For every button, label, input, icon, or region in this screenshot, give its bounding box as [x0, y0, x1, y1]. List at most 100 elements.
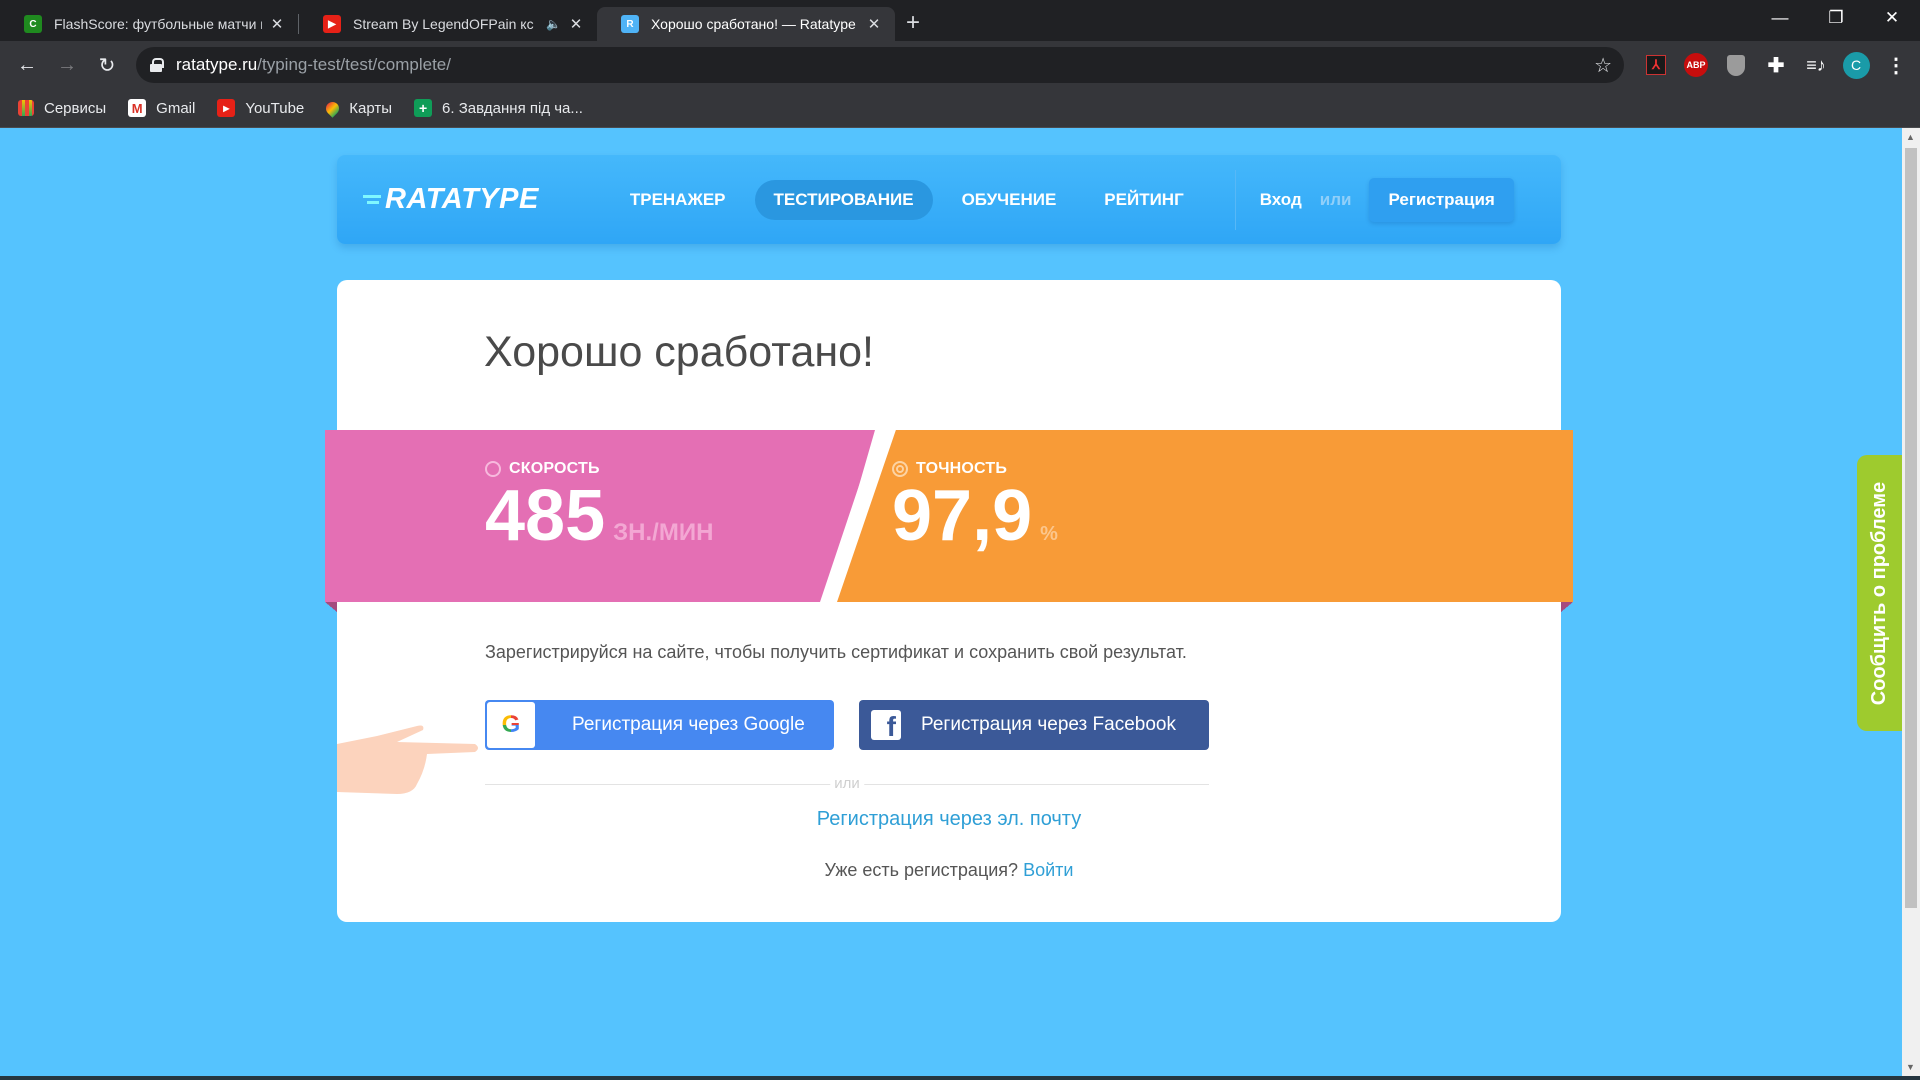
tab-title: FlashScore: футбольные матчи и [54, 16, 262, 32]
signin-link[interactable]: Войти [1023, 860, 1073, 880]
scroll-up-icon[interactable]: ▲ [1906, 132, 1915, 142]
nav-rating[interactable]: РЕЙТИНГ [1085, 180, 1202, 220]
report-problem-tab[interactable]: Сообщить о проблеме [1857, 455, 1902, 731]
bookmark-label: Gmail [156, 99, 196, 117]
forward-icon[interactable]: → [47, 45, 87, 85]
ratatype-logo[interactable]: RATATYPE [363, 183, 539, 216]
facebook-logo-icon: f [871, 710, 901, 740]
adobe-acrobat-icon[interactable]: ⅄ [1636, 45, 1676, 85]
window-controls: — ❐ ✕ [1752, 0, 1920, 36]
lock-icon[interactable] [150, 58, 164, 72]
new-tab-button[interactable]: + [895, 9, 931, 37]
auth-area: Вход или Регистрация [1260, 177, 1514, 222]
close-tab-icon[interactable]: ✕ [567, 15, 585, 33]
close-tab-icon[interactable]: ✕ [865, 15, 883, 33]
page-title: Хорошо сработано! [484, 328, 874, 376]
divider-text: или [830, 776, 864, 791]
target-icon [892, 461, 908, 477]
speed-stat: СКОРОСТЬ 485 ЗН./МИН [485, 460, 713, 569]
accuracy-stat: ТОЧНОСТЬ 97,9% [892, 460, 1058, 570]
nav-trainer[interactable]: ТРЕНАЖЕР [611, 180, 745, 220]
bookmarks-bar: Сервисы M Gmail ▶ YouTube Карты + 6. Зав… [0, 89, 1920, 128]
email-signup-link[interactable]: Регистрация через эл. почту [337, 808, 1561, 831]
accuracy-value: 97,9 [892, 476, 1033, 556]
facebook-button-label: Регистрация через Facebook [921, 714, 1176, 735]
bookmark-label: Сервисы [44, 99, 107, 117]
accuracy-unit: % [1040, 523, 1058, 545]
main-nav: ТРЕНАЖЕР ТЕСТИРОВАНИЕ ОБУЧЕНИЕ РЕЙТИНГ [611, 179, 1213, 220]
logo-text: RATATYPE [385, 183, 539, 215]
tab-title: Хорошо сработано! — Ratatype [651, 16, 856, 32]
maps-pin-icon [323, 98, 342, 118]
facebook-signup-button[interactable]: f Регистрация через Facebook [859, 700, 1209, 750]
register-promo-text: Зарегистрируйся на сайте, чтобы получить… [485, 642, 1187, 662]
google-button-label: Регистрация через Google [572, 714, 805, 735]
ribbon-fold-right [1561, 602, 1573, 612]
or-text: или [1319, 189, 1352, 209]
youtube-icon: ▶ [217, 99, 236, 117]
back-icon[interactable]: ← [7, 45, 47, 85]
site-header: RATATYPE ТРЕНАЖЕР ТЕСТИРОВАНИЕ ОБУЧЕНИЕ … [337, 155, 1561, 244]
ribbon-fold-left [325, 602, 337, 612]
shield-icon[interactable] [1716, 45, 1756, 85]
media-queue-icon[interactable]: ≡♪ [1796, 45, 1836, 85]
address-bar[interactable]: ratatype.ru/typing-test/test/complete/ ☆ [136, 47, 1624, 83]
register-button[interactable]: Регистрация [1369, 177, 1514, 222]
gmail-icon: M [128, 99, 147, 117]
google-logo-icon: G [487, 702, 535, 748]
speed-value: 485 [485, 476, 606, 556]
bookmark-star-icon[interactable]: ☆ [1594, 53, 1612, 78]
close-window-icon[interactable]: ✕ [1864, 0, 1920, 36]
browser-tab-stream[interactable]: ▶ Stream By LegendOFPain кс 🔈 ✕ [299, 7, 597, 41]
bookmark-youtube[interactable]: ▶ YouTube [217, 99, 304, 117]
existing-account-text: Уже есть регистрация? [824, 860, 1019, 880]
bookmark-label: YouTube [245, 99, 305, 117]
tab-title: Stream By LegendOFPain кс [353, 16, 534, 32]
nav-learning[interactable]: ОБУЧЕНИЕ [943, 180, 1076, 220]
bookmark-label: Карты [349, 99, 393, 117]
extensions-area: ⅄ ABP ✚ ≡♪ C ⋮ [1636, 41, 1916, 89]
puzzle-extensions-icon[interactable]: ✚ [1756, 45, 1796, 85]
url-text: ratatype.ru/typing-test/test/complete/ [176, 55, 451, 75]
url-host: ratatype.ru [176, 55, 258, 74]
speed-unit: ЗН./МИН [613, 519, 714, 546]
flashscore-favicon: C [24, 15, 42, 33]
apps-grid-icon [18, 100, 34, 116]
browser-tab-ratatype[interactable]: R Хорошо сработано! — Ratatype ✕ [597, 7, 895, 41]
ratatype-favicon: R [621, 15, 639, 33]
bookmark-maps[interactable]: Карты [323, 98, 393, 118]
os-taskbar-edge [0, 1076, 1920, 1080]
browser-toolbar: ← → ↻ ratatype.ru/typing-test/test/compl… [0, 41, 1920, 89]
reload-icon[interactable]: ↻ [87, 45, 127, 85]
result-band: СКОРОСТЬ 485 ЗН./МИН ТОЧНОСТЬ 97,9% [325, 430, 1573, 612]
pointing-hand-icon [337, 725, 478, 794]
audio-playing-icon[interactable]: 🔈 [546, 17, 561, 31]
bookmark-apps[interactable]: Сервисы [18, 100, 106, 117]
speedometer-icon [485, 461, 501, 477]
result-card: Хорошо сработано! СКОРОСТЬ 485 ЗН./МИН ТО… [325, 280, 1573, 922]
close-tab-icon[interactable]: ✕ [268, 15, 286, 33]
url-path: /typing-test/test/complete/ [257, 55, 451, 74]
nav-testing[interactable]: ТЕСТИРОВАНИЕ [754, 179, 933, 220]
bookmark-sheets[interactable]: + 6. Завдання під ча... [414, 99, 583, 117]
bookmark-gmail[interactable]: M Gmail [128, 99, 195, 117]
browser-tab-strip: C FlashScore: футбольные матчи и ✕ ▶ Str… [0, 0, 1920, 41]
logo-bars-icon [363, 194, 383, 205]
page-scrollbar[interactable]: ▲ ▼ [1902, 128, 1920, 1076]
google-sheets-icon: + [414, 99, 433, 117]
youtube-favicon: ▶ [323, 15, 341, 33]
profile-avatar[interactable]: C [1836, 45, 1876, 85]
header-divider [1234, 169, 1236, 230]
login-link[interactable]: Вход [1260, 190, 1302, 210]
restore-icon[interactable]: ❐ [1808, 0, 1864, 36]
bookmark-label: 6. Завдання під ча... [442, 99, 583, 117]
adblock-plus-icon[interactable]: ABP [1676, 45, 1716, 85]
minimize-icon[interactable]: — [1752, 0, 1808, 36]
page-viewport: RATATYPE ТРЕНАЖЕР ТЕСТИРОВАНИЕ ОБУЧЕНИЕ … [0, 128, 1902, 1076]
scrollbar-thumb[interactable] [1905, 148, 1917, 908]
report-problem-label: Сообщить о проблеме [1868, 481, 1891, 705]
scroll-down-icon[interactable]: ▼ [1906, 1062, 1915, 1072]
google-signup-button[interactable]: G Регистрация через Google [485, 700, 834, 750]
menu-kebab-icon[interactable]: ⋮ [1876, 45, 1916, 85]
browser-tab-flashscore[interactable]: C FlashScore: футбольные матчи и ✕ [0, 7, 298, 41]
